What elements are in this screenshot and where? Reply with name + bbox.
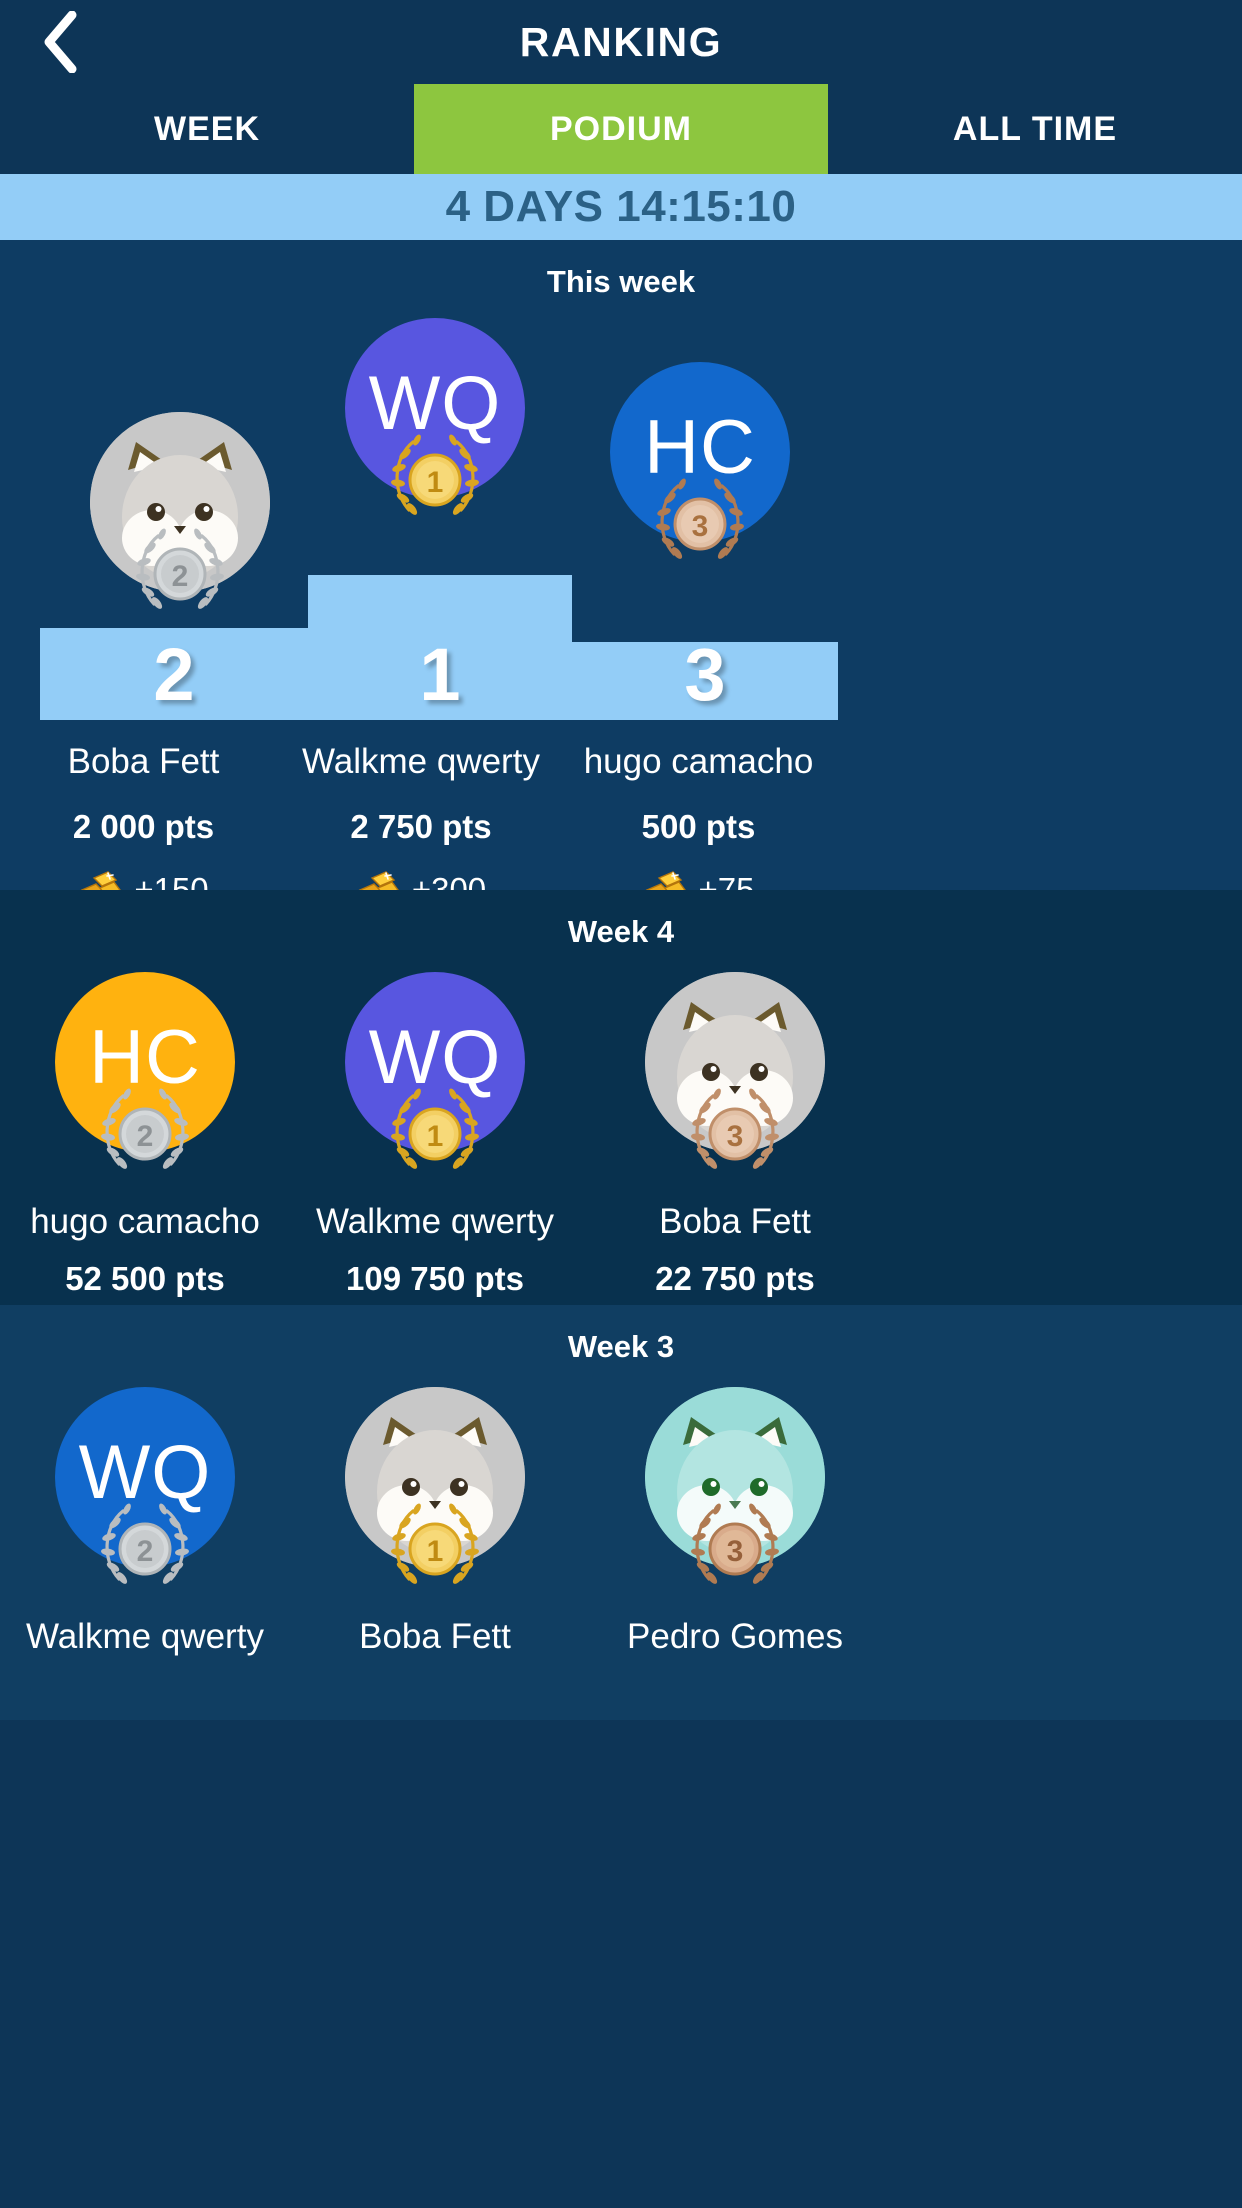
svg-text:2: 2 [137,1535,154,1568]
tab-all-time[interactable]: ALL TIME [828,84,1242,174]
avatar[interactable]: WQ [345,318,525,515]
week-3-label: Week 3 [567,1329,675,1364]
this-week-label: This week [546,264,696,299]
medal-bronze-3: 3 [679,1072,791,1184]
avatar[interactable]: 3 [645,972,825,1169]
player-points: 500 pts [641,808,756,845]
medal-silver-2: 2 [89,1072,201,1184]
avatar[interactable]: WQ [345,972,525,1169]
week-4-section: Week 4 HC 2 hugo camacho 52 500 pts WQ 1… [0,890,1242,1305]
svg-text:1: 1 [427,466,444,499]
chevron-left-icon [39,11,79,73]
podium-rank-2: 2 [153,633,195,716]
podium-rank-3: 3 [684,633,726,716]
avatar[interactable]: HC [55,972,235,1169]
svg-text:2: 2 [137,1120,154,1153]
podium-info-row: Boba Fett 2 000 pts +150 Walkme qwerty 2… [0,742,1242,909]
player-points: 2 000 pts [72,808,215,845]
podium-info-3: hugo camacho 500 pts +75 [555,742,842,909]
countdown-text: 4 DAYS 14:15:10 [445,182,797,231]
week-entry-3[interactable]: 3 Boba Fett 22 750 pts [550,972,920,1298]
podium-blocks: 2 1 3 [0,540,1242,720]
podium-rank-1: 1 [419,633,461,716]
week-entry-3[interactable]: 3 Pedro Gomes [550,1387,920,1657]
avatar[interactable]: 1 [345,1387,525,1584]
week-3-row: WQ 2 Walkme qwerty 1 Boba Fett 3 Pedro G… [0,1387,1242,1717]
page-title: RANKING [519,18,723,65]
medal-silver-2: 2 [89,1487,201,1599]
medal-gold-1: 1 [379,418,491,530]
app-header: RANKING [0,0,1242,84]
medal-bronze-3: 3 [679,1487,791,1599]
podium-block-1: 1 [308,575,572,720]
ranking-tabs: WEEK PODIUM ALL TIME [0,84,1242,174]
svg-text:3: 3 [692,510,709,543]
podium-block-2: 2 [40,628,308,720]
svg-text:3: 3 [727,1535,744,1568]
tab-podium[interactable]: PODIUM [414,84,828,174]
week-4-row: HC 2 hugo camacho 52 500 pts WQ 1 Walkme… [0,972,1242,1302]
avatar[interactable]: 3 [645,1387,825,1584]
podium-info-1: Walkme qwerty 2 750 pts +300 [287,742,555,909]
this-week-podium-section: This week 2 WQ 1 HC 3 2 1 3 Boba Fett 2 … [0,240,1242,908]
avatar[interactable]: WQ [55,1387,235,1584]
player-name: Boba Fett [67,742,220,781]
player-name: hugo camacho [583,742,814,781]
svg-text:1: 1 [427,1535,444,1568]
countdown-bar: 4 DAYS 14:15:10 [0,174,1242,240]
week-4-label: Week 4 [567,914,675,949]
podium-entry-3[interactable]: HC 3 [510,362,890,559]
player-points: 2 750 pts [350,808,492,845]
svg-text:3: 3 [727,1120,744,1153]
back-button[interactable] [16,0,102,84]
player-points: 22 750 pts [655,1260,815,1297]
medal-gold-1: 1 [379,1487,491,1599]
player-name: Pedro Gomes [627,1617,843,1656]
podium-info-2: Boba Fett 2 000 pts +150 [0,742,287,909]
medal-gold-1: 1 [379,1072,491,1184]
avatar[interactable]: HC [610,362,790,559]
player-name: Boba Fett [659,1202,811,1241]
podium-block-3: 3 [572,638,838,720]
podium-stage: 2 WQ 1 HC 3 2 1 3 [0,300,1242,720]
svg-text:1: 1 [427,1120,444,1153]
tab-week[interactable]: WEEK [0,84,414,174]
week-3-section: Week 3 WQ 2 Walkme qwerty 1 Boba Fett 3 … [0,1305,1242,1720]
player-name: Walkme qwerty [302,742,540,781]
